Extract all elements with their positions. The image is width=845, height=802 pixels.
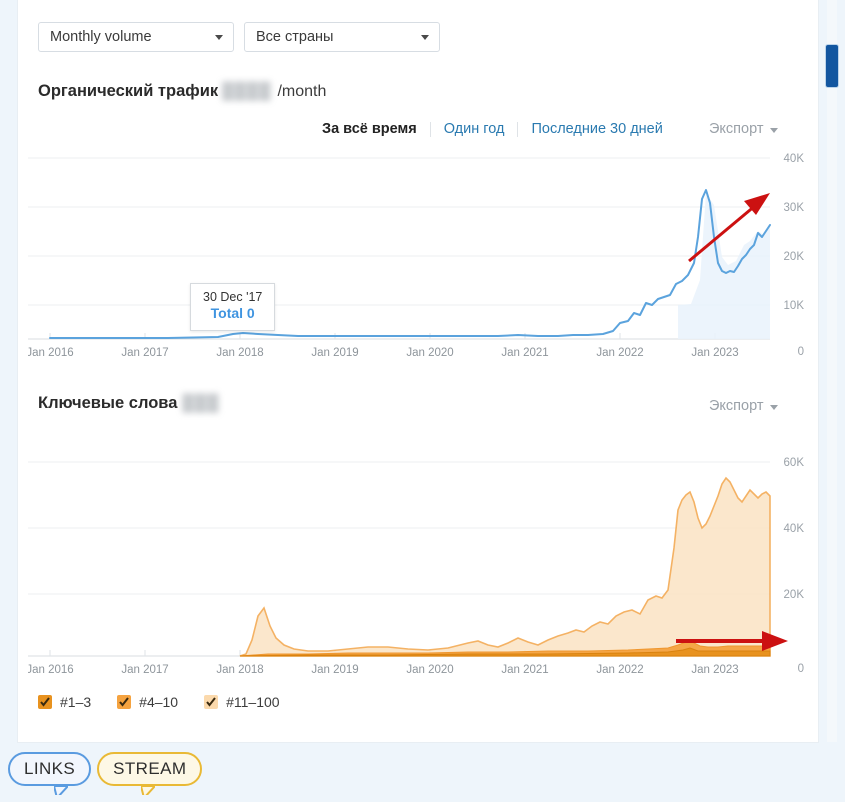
svg-text:Jan 2020: Jan 2020	[406, 664, 453, 676]
tab-divider	[429, 121, 431, 137]
svg-text:0: 0	[798, 663, 804, 675]
svg-text:Jan 2019: Jan 2019	[311, 347, 358, 359]
svg-text:40K: 40K	[784, 153, 805, 165]
keywords-legend: #1–3 #4–10 #11–100	[38, 694, 280, 710]
svg-text:Jan 2020: Jan 2020	[406, 347, 453, 359]
traffic-export-label: Экспорт	[709, 121, 764, 137]
svg-text:Jan 2022: Jan 2022	[596, 664, 643, 676]
keywords-header: Ключевые слова ███	[38, 394, 219, 413]
svg-text:Jan 2022: Jan 2022	[596, 347, 643, 359]
svg-text:Jan 2023: Jan 2023	[691, 347, 738, 359]
svg-text:Jan 2016: Jan 2016	[28, 347, 74, 359]
tab-divider	[517, 121, 519, 137]
keywords-export-label: Экспорт	[709, 398, 764, 414]
badge-stream-label: STREAM	[113, 759, 187, 778]
legend-label-1-3: #1–3	[60, 694, 92, 710]
monthly-volume-value: Monthly volume	[50, 29, 152, 45]
tab-one-year[interactable]: Один год	[444, 121, 505, 137]
svg-text:Jan 2017: Jan 2017	[121, 664, 168, 676]
svg-text:Jan 2021: Jan 2021	[501, 347, 548, 359]
monthly-volume-select[interactable]: Monthly volume	[38, 22, 234, 52]
svg-text:Jan 2023: Jan 2023	[691, 664, 738, 676]
legend-label-4-10: #4–10	[139, 694, 179, 710]
bottom-badges: LINKS STREAM	[8, 752, 203, 795]
chart-tooltip: 30 Dec '17 Total 0	[190, 283, 276, 331]
chevron-down-icon	[215, 35, 223, 40]
legend-item-1-3[interactable]: #1–3	[38, 694, 91, 710]
svg-text:30K: 30K	[784, 202, 805, 214]
chevron-down-icon	[770, 404, 779, 410]
svg-text:Jan 2018: Jan 2018	[216, 347, 263, 359]
traffic-export-button[interactable]: Экспорт	[709, 121, 779, 137]
checkbox-4-10[interactable]	[117, 695, 132, 709]
keywords-chart[interactable]: 60K 40K 20K 0 Jan 2016 Jan 2017 Jan 2018…	[28, 440, 808, 678]
svg-text:0: 0	[798, 346, 804, 358]
tab-last-30-days[interactable]: Последние 30 дней	[531, 121, 662, 137]
page-scrollbar-thumb[interactable]	[826, 45, 838, 87]
svg-text:20K: 20K	[784, 589, 805, 601]
badge-links-label: LINKS	[24, 759, 76, 778]
legend-item-4-10[interactable]: #4–10	[117, 694, 178, 710]
badge-links[interactable]: LINKS	[8, 752, 92, 795]
svg-text:20K: 20K	[784, 251, 805, 263]
svg-text:Jan 2016: Jan 2016	[28, 664, 74, 676]
keywords-export-button[interactable]: Экспорт	[709, 398, 779, 414]
country-value: Все страны	[256, 29, 334, 45]
svg-text:Jan 2021: Jan 2021	[501, 664, 548, 676]
legend-label-11-100: #11–100	[226, 694, 280, 710]
organic-traffic-header: Органический трафик ████ /month	[38, 82, 326, 101]
svg-text:Jan 2019: Jan 2019	[311, 664, 358, 676]
tab-all-time[interactable]: За всё время	[322, 121, 417, 137]
chevron-down-icon	[770, 127, 779, 133]
organic-traffic-chart[interactable]: 40K 30K 20K 10K 0 Jan 2016 Jan 2017 Jan …	[28, 145, 808, 360]
keywords-title: Ключевые слова	[38, 394, 178, 412]
legend-item-11-100[interactable]: #11–100	[204, 694, 280, 710]
organic-traffic-title: Органический трафик	[38, 82, 219, 100]
checkbox-1-3[interactable]	[38, 695, 52, 709]
organic-traffic-blurred-value: ████	[222, 83, 272, 100]
chevron-down-icon	[421, 35, 429, 40]
filter-controls: Monthly volume Все страны	[38, 22, 440, 52]
tooltip-date: 30 Dec '17	[203, 290, 263, 304]
badge-tail-icon	[141, 783, 156, 795]
svg-text:60K: 60K	[784, 457, 805, 469]
page-root: Monthly volume Все страны Органический т…	[0, 0, 845, 802]
svg-text:10K: 10K	[784, 300, 805, 312]
svg-text:Jan 2017: Jan 2017	[121, 347, 168, 359]
svg-text:Jan 2018: Jan 2018	[216, 664, 263, 676]
tooltip-total: Total 0	[210, 305, 255, 321]
badge-stream[interactable]: STREAM	[97, 752, 203, 795]
checkbox-11-100[interactable]	[204, 695, 219, 709]
organic-traffic-suffix: /month	[277, 83, 327, 100]
keywords-blurred-value: ███	[182, 395, 220, 412]
svg-text:40K: 40K	[784, 523, 805, 535]
country-select[interactable]: Все страны	[244, 22, 440, 52]
traffic-range-tabs: За всё время Один год Последние 30 дней	[322, 121, 663, 137]
badge-tail-icon	[54, 783, 68, 795]
page-scrollbar-track[interactable]	[827, 0, 837, 742]
